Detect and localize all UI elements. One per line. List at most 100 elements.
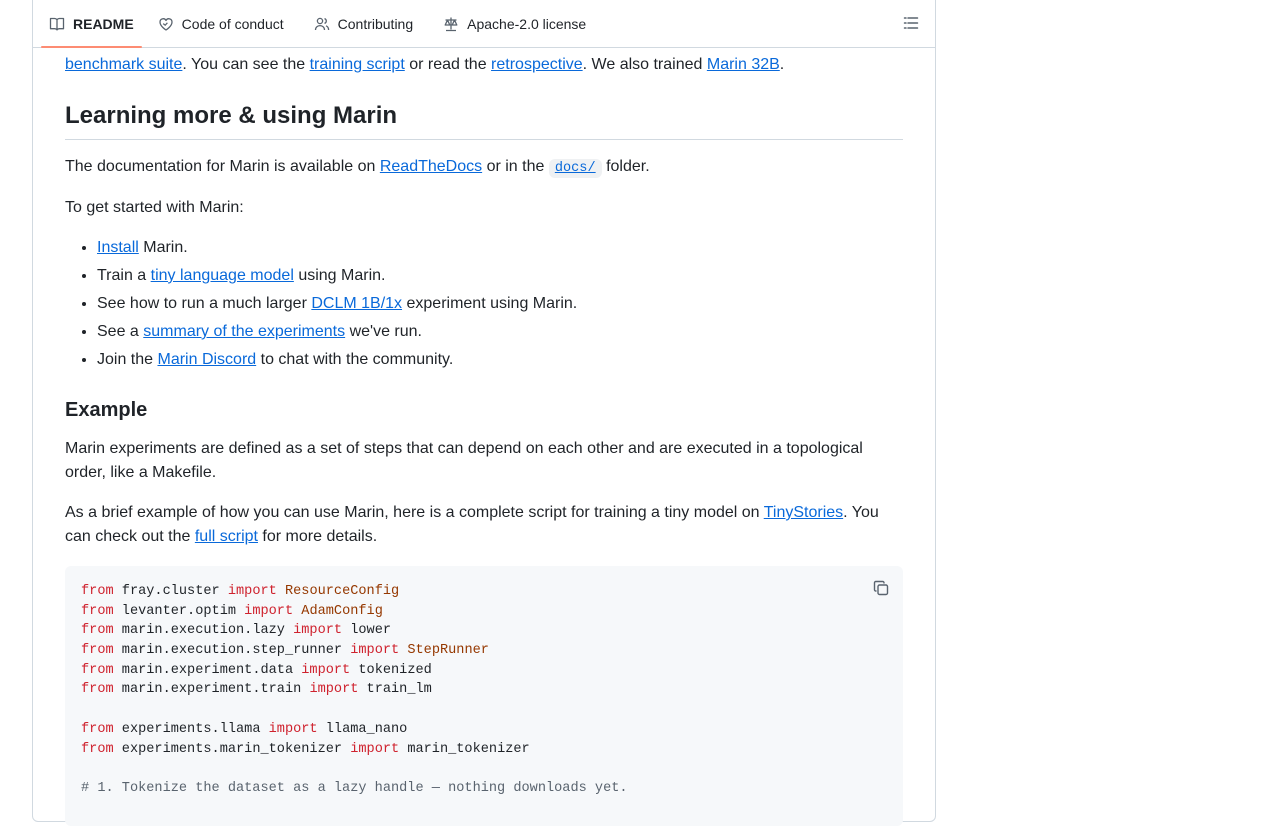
item-text: See a xyxy=(97,323,144,340)
list-item: Install Marin. xyxy=(97,236,897,264)
code-token: marin.experiment.train xyxy=(113,682,310,698)
code-content: from fray.cluster import ResourceConfig f… xyxy=(81,582,628,799)
list-item: Train a tiny language model using Marin. xyxy=(97,264,897,292)
docs-text: folder. xyxy=(601,158,650,175)
code-token: import xyxy=(301,662,351,678)
item-text: to chat with the community. xyxy=(256,351,454,368)
item-text: Train a xyxy=(97,267,151,284)
intro-text: . We also trained xyxy=(582,56,707,73)
code-block: from fray.cluster import ResourceConfig f… xyxy=(65,566,903,826)
code-token: import xyxy=(244,603,294,619)
code-token: import xyxy=(293,623,343,639)
intro-text: or read the xyxy=(404,56,492,73)
code-token: experiments.marin_tokenizer xyxy=(113,741,351,757)
intro-paragraph: benchmark suite. You can see the trainin… xyxy=(65,53,903,77)
intro-text: . You can see the xyxy=(182,56,310,73)
example-script-paragraph: As a brief example of how you can use Ma… xyxy=(65,501,903,549)
tiny-language-model-link[interactable]: tiny language model xyxy=(151,267,294,284)
docs-text: or in the xyxy=(482,158,549,175)
code-token: from xyxy=(81,623,114,639)
list-item: Join the Marin Discord to chat with the … xyxy=(97,348,897,376)
code-token: from xyxy=(81,721,114,737)
code-token: from xyxy=(81,584,114,599)
list-item: See how to run a much larger DCLM 1B/1x … xyxy=(97,292,897,320)
code-token: from xyxy=(81,643,114,659)
retrospective-link[interactable]: retrospective xyxy=(491,56,583,73)
code-token: import xyxy=(227,584,277,599)
code-line: from marin.execution.step_runner import … xyxy=(81,641,628,661)
code-line: # 1. Tokenize the dataset as a lazy hand… xyxy=(81,779,628,799)
example-paragraph: Marin experiments are defined as a set o… xyxy=(65,440,863,481)
item-text: using Marin. xyxy=(293,267,386,284)
code-token: StepRunner xyxy=(407,643,489,659)
tab-label: Apache-2.0 license xyxy=(467,15,587,32)
tab-code-of-conduct[interactable]: Code of conduct xyxy=(150,0,292,47)
tab-label: README xyxy=(73,15,134,32)
book-icon xyxy=(49,17,65,31)
tinystories-link[interactable]: TinyStories xyxy=(764,504,843,521)
getting-started-list: Install Marin. Train a tiny language mod… xyxy=(65,236,897,376)
scale-icon xyxy=(444,17,458,31)
code-token: llama_nano xyxy=(317,721,408,737)
tab-label: Contributing xyxy=(337,15,414,32)
code-token: lower xyxy=(342,623,392,639)
discord-link[interactable]: Marin Discord xyxy=(157,351,256,368)
item-text: we've run. xyxy=(345,323,422,340)
code-line: from marin.experiment.train import train… xyxy=(81,680,628,700)
tab-contributing[interactable]: Contributing xyxy=(306,0,422,47)
code-token: import xyxy=(309,682,359,698)
dclm-link[interactable]: DCLM 1B/1x xyxy=(311,295,402,312)
code-line: from fray.cluster import ResourceConfig xyxy=(81,582,628,602)
heart-icon xyxy=(159,17,173,31)
marin-32b-link[interactable]: Marin 32B xyxy=(707,56,780,73)
code-token: from xyxy=(81,662,114,678)
code-token: import xyxy=(350,741,400,757)
code-token: import xyxy=(350,643,400,659)
tab-label: Code of conduct xyxy=(181,15,284,32)
learning-heading: Learning more & using Marin xyxy=(65,98,903,140)
code-token: tokenized xyxy=(350,662,432,678)
code-token: train_lm xyxy=(358,682,432,698)
tab-license[interactable]: Apache-2.0 license xyxy=(435,0,594,47)
benchmark-suite-link[interactable]: benchmark suite xyxy=(65,56,182,73)
example-heading: Example xyxy=(65,399,148,421)
code-token: fray.cluster xyxy=(113,584,228,599)
item-text: Marin. xyxy=(138,239,188,256)
docs-folder-link[interactable]: docs/ xyxy=(548,158,602,178)
outline-list-icon[interactable] xyxy=(903,15,919,31)
docs-paragraph: The documentation for Marin is available… xyxy=(65,155,903,181)
code-token: experiments.llama xyxy=(113,721,269,737)
paragraph-text: for more details. xyxy=(257,528,378,545)
docs-folder-code: docs/ xyxy=(548,159,602,178)
code-token: marin.execution.step_runner xyxy=(113,643,351,659)
code-token: from xyxy=(81,741,114,757)
readme-tab-bar: README Code of conduct Contributing Apac… xyxy=(33,0,935,48)
get-started-text: To get started with Marin: xyxy=(65,199,244,216)
code-token: marin.experiment.data xyxy=(113,662,302,678)
code-token: levanter.optim xyxy=(113,603,245,619)
code-line: from levanter.optim import AdamConfig xyxy=(81,602,628,622)
intro-text: . xyxy=(779,56,785,73)
code-line: from marin.execution.lazy import lower xyxy=(81,621,628,641)
code-token: from xyxy=(81,682,114,698)
full-script-link[interactable]: full script xyxy=(195,528,258,545)
docs-text: The documentation for Marin is available… xyxy=(65,158,380,175)
paragraph-text: As a brief example of how you can use Ma… xyxy=(65,504,764,521)
experiments-summary-link[interactable]: summary of the experiments xyxy=(143,323,345,340)
training-script-link[interactable]: training script xyxy=(310,56,405,73)
code-token: marin.execution.lazy xyxy=(113,623,294,639)
list-item: See a summary of the experiments we've r… xyxy=(97,320,897,348)
code-token: from xyxy=(81,603,114,619)
install-link[interactable]: Install xyxy=(97,239,139,256)
copy-icon[interactable] xyxy=(873,580,889,596)
item-text: experiment using Marin. xyxy=(402,295,578,312)
code-line: from marin.experiment.data import tokeni… xyxy=(81,661,628,681)
code-token: ResourceConfig xyxy=(284,584,400,599)
code-token: # 1. Tokenize the dataset as a lazy hand… xyxy=(81,780,628,796)
code-token: AdamConfig xyxy=(301,603,383,619)
item-text: Join the xyxy=(97,351,158,368)
tab-readme[interactable]: README xyxy=(41,0,142,48)
readthedocs-link[interactable]: ReadTheDocs xyxy=(380,158,482,175)
